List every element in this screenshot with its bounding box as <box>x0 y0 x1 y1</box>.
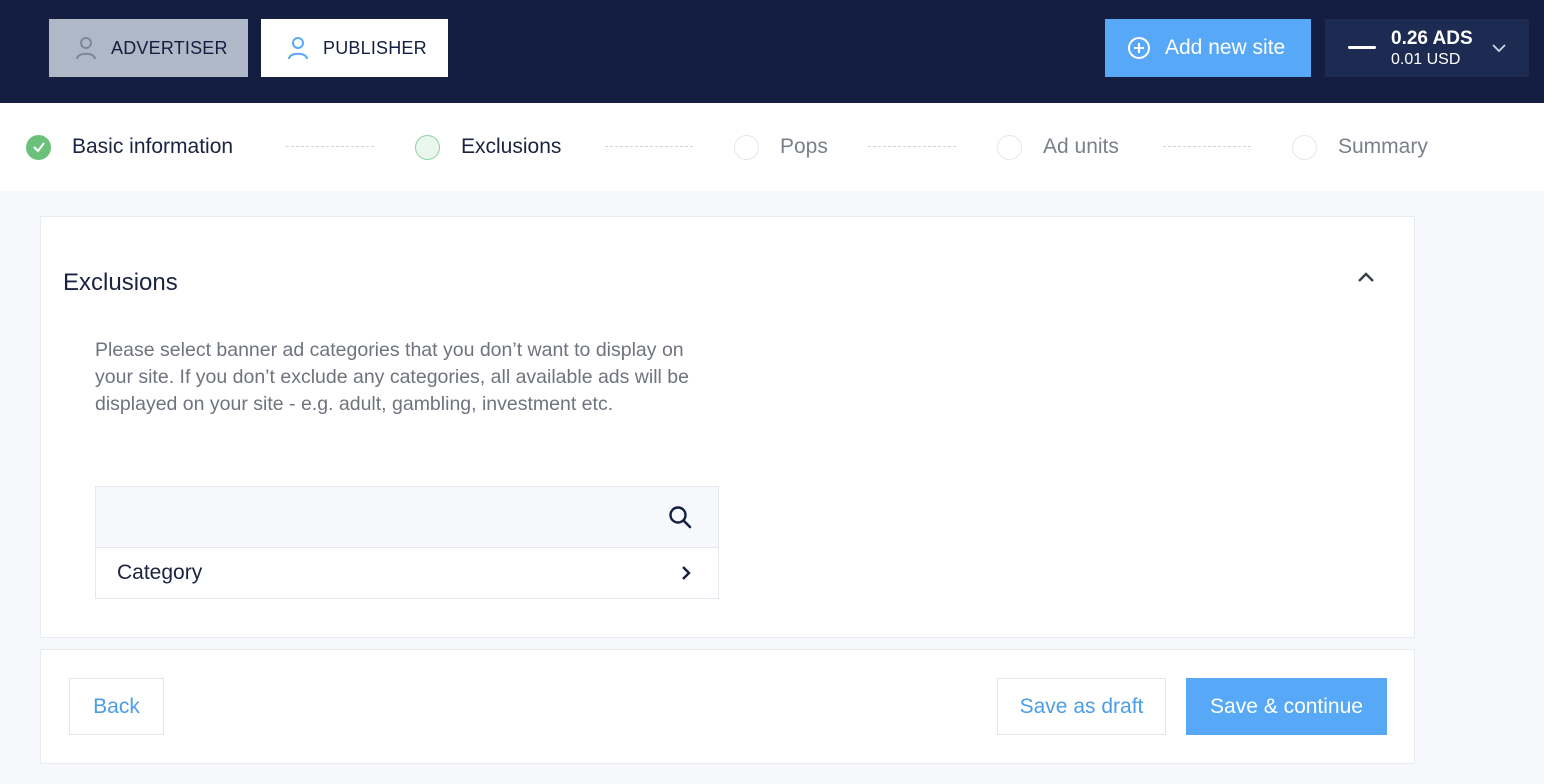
exclusions-card: Exclusions Please select banner ad categ… <box>40 216 1415 638</box>
step-indicator <box>1292 134 1317 160</box>
chevron-right-icon <box>682 566 691 580</box>
step-summary[interactable]: Summary <box>1292 103 1428 191</box>
step-separator <box>286 146 374 147</box>
search-icon[interactable] <box>668 505 692 529</box>
add-new-site-button[interactable]: Add new site <box>1105 19 1311 77</box>
step-label: Ad units <box>1043 135 1119 158</box>
balance-dash-icon <box>1348 46 1376 49</box>
save-as-draft-button[interactable]: Save as draft <box>997 678 1166 735</box>
wizard-steps: Basic information Exclusions Pops Ad uni… <box>0 103 1544 191</box>
wallet-dropdown[interactable]: 0.26 ADS 0.01 USD <box>1325 19 1529 77</box>
category-label: Category <box>117 561 203 584</box>
step-label: Exclusions <box>461 135 562 158</box>
step-separator <box>1163 146 1251 147</box>
user-icon <box>76 37 96 60</box>
user-icon <box>288 37 308 60</box>
chevron-down-icon <box>1492 44 1506 53</box>
check-icon <box>26 134 51 160</box>
step-label: Basic information <box>72 135 234 158</box>
add-new-site-label: Add new site <box>1165 36 1286 59</box>
plus-circle-icon <box>1128 37 1150 59</box>
save-and-continue-button[interactable]: Save & continue <box>1186 678 1387 735</box>
step-separator <box>868 146 956 147</box>
step-label: Summary <box>1338 135 1428 158</box>
step-current-indicator <box>415 134 440 160</box>
step-indicator <box>734 134 759 160</box>
wizard-footer: Back Save as draft Save & continue <box>40 649 1415 764</box>
publisher-label: PUBLISHER <box>323 37 427 58</box>
step-separator <box>605 146 693 147</box>
usd-balance: 0.01 USD <box>1391 51 1461 68</box>
step-basic-information[interactable]: Basic information <box>26 103 233 191</box>
publisher-button[interactable]: PUBLISHER <box>261 19 448 77</box>
category-row[interactable]: Category <box>95 547 719 599</box>
exclusions-description: Please select banner ad categories that … <box>95 339 689 415</box>
step-label: Pops <box>780 135 828 158</box>
back-button[interactable]: Back <box>69 678 164 735</box>
step-indicator <box>997 134 1022 160</box>
advertiser-button[interactable]: ADVERTISER <box>49 19 248 77</box>
exclusions-title: Exclusions <box>63 269 178 296</box>
ads-balance: 0.26 ADS <box>1391 28 1473 49</box>
category-search <box>95 486 719 548</box>
step-exclusions[interactable]: Exclusions <box>415 103 561 191</box>
step-pops[interactable]: Pops <box>734 103 828 191</box>
step-ad-units[interactable]: Ad units <box>997 103 1119 191</box>
chevron-up-icon[interactable] <box>1355 267 1377 289</box>
category-search-input[interactable] <box>96 487 656 547</box>
advertiser-label: ADVERTISER <box>111 37 228 58</box>
top-bar: ADVERTISER PUBLISHER Add new site 0.26 A… <box>0 0 1544 103</box>
